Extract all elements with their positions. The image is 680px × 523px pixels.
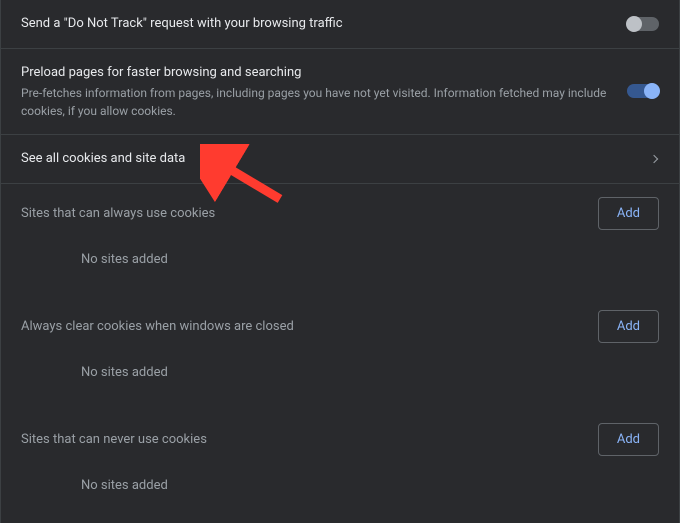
always-use-add-button[interactable]: Add xyxy=(598,197,659,230)
preload-text: Preload pages for faster browsing and se… xyxy=(21,63,627,121)
preload-toggle[interactable] xyxy=(627,84,659,98)
clear-on-close-empty: No sites added xyxy=(21,347,659,380)
dnt-text: Send a "Do Not Track" request with your … xyxy=(21,14,627,34)
preload-desc: Pre-fetches information from pages, incl… xyxy=(21,84,607,120)
clear-on-close-add-button[interactable]: Add xyxy=(598,310,659,343)
never-use-header: Sites that can never use cookies Add xyxy=(21,420,659,460)
always-use-title: Sites that can always use cookies xyxy=(21,206,215,221)
clear-on-close-title: Always clear cookies when windows are cl… xyxy=(21,319,294,334)
never-use-add-button[interactable]: Add xyxy=(598,423,659,456)
never-use-title: Sites that can never use cookies xyxy=(21,432,207,447)
toggle-knob-icon xyxy=(626,16,642,32)
dnt-row[interactable]: Send a "Do Not Track" request with your … xyxy=(1,0,679,49)
clear-on-close-header: Always clear cookies when windows are cl… xyxy=(21,307,659,347)
dnt-toggle[interactable] xyxy=(627,17,659,31)
preload-row[interactable]: Preload pages for faster browsing and se… xyxy=(1,49,679,136)
never-use-section: Sites that can never use cookies Add No … xyxy=(1,410,679,523)
see-all-cookies-row[interactable]: See all cookies and site data xyxy=(1,135,679,184)
always-use-empty: No sites added xyxy=(21,234,659,267)
dnt-title: Send a "Do Not Track" request with your … xyxy=(21,14,607,34)
toggle-knob-icon xyxy=(644,83,660,99)
never-use-empty: No sites added xyxy=(21,460,659,493)
chevron-right-icon xyxy=(650,155,658,163)
see-all-cookies-title: See all cookies and site data xyxy=(21,149,631,169)
always-use-section: Sites that can always use cookies Add No… xyxy=(1,184,679,297)
see-all-cookies-text: See all cookies and site data xyxy=(21,149,651,169)
preload-title: Preload pages for faster browsing and se… xyxy=(21,63,607,83)
clear-on-close-section: Always clear cookies when windows are cl… xyxy=(1,297,679,410)
always-use-header: Sites that can always use cookies Add xyxy=(21,194,659,234)
